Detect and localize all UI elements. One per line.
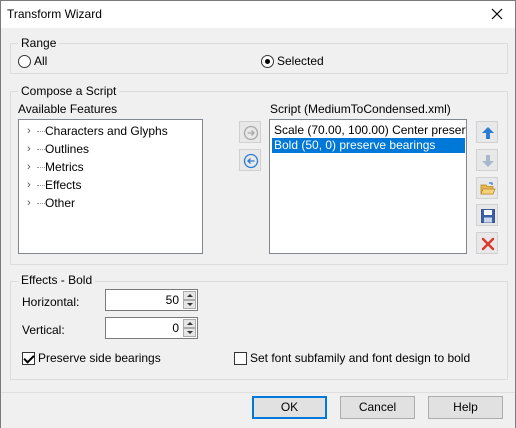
- tree-item-label: Characters and Glyphs: [45, 124, 168, 138]
- available-features-label: Available Features: [18, 102, 118, 116]
- preserve-side-bearings-label[interactable]: Preserve side bearings: [38, 351, 161, 365]
- horizontal-stepper[interactable]: 50: [105, 289, 198, 311]
- range-group-label: Range: [18, 36, 60, 50]
- save-script-button[interactable]: [476, 204, 498, 226]
- delete-script-item-button[interactable]: [476, 232, 498, 254]
- script-item-selected[interactable]: Bold (50, 0) preserve bearings: [272, 138, 465, 153]
- tree-connector: [37, 149, 45, 150]
- transform-wizard-dialog: Transform Wizard Range All Selected Comp…: [0, 0, 516, 428]
- script-label: Script (MediumToCondensed.xml): [270, 102, 451, 116]
- tree-item-characters-glyphs[interactable]: › Characters and Glyphs: [23, 123, 198, 141]
- available-features-tree[interactable]: › Characters and Glyphs › Outlines › Met…: [18, 119, 203, 254]
- range-selected-label[interactable]: Selected: [277, 54, 324, 68]
- close-icon: [491, 8, 503, 20]
- tree-item-label: Other: [45, 196, 76, 210]
- arrow-right-circle-icon: [243, 125, 259, 141]
- folder-open-icon: [480, 182, 496, 195]
- tree-connector: [37, 203, 45, 204]
- close-button[interactable]: [479, 1, 515, 28]
- tree-connector: [37, 131, 45, 132]
- range-group: [10, 43, 508, 74]
- chevron-right-icon[interactable]: ›: [27, 161, 31, 173]
- tree-item-effects[interactable]: › Effects: [23, 177, 198, 195]
- effects-bold-group-label: Effects - Bold: [18, 273, 96, 287]
- script-item[interactable]: Scale (70.00, 100.00) Center preserve: [272, 123, 466, 138]
- chevron-right-icon[interactable]: ›: [27, 179, 31, 191]
- range-all-label[interactable]: All: [34, 54, 47, 68]
- chevron-right-icon[interactable]: ›: [27, 143, 31, 155]
- tree-connector: [37, 167, 45, 168]
- vertical-increment[interactable]: [183, 319, 196, 328]
- chevron-right-icon[interactable]: ›: [27, 125, 31, 137]
- help-button[interactable]: Help: [428, 396, 503, 419]
- vertical-value[interactable]: 0: [172, 321, 179, 335]
- red-x-icon: [481, 237, 495, 251]
- arrow-down-icon: [482, 155, 494, 167]
- compose-group-label: Compose a Script: [18, 84, 120, 98]
- vertical-stepper[interactable]: 0: [105, 317, 198, 339]
- open-script-button[interactable]: [476, 177, 498, 199]
- horizontal-label: Horizontal:: [22, 295, 80, 309]
- tree-item-label: Outlines: [45, 142, 90, 156]
- chevron-right-icon[interactable]: ›: [27, 197, 31, 209]
- window-title: Transform Wizard: [7, 7, 102, 21]
- arrow-left-circle-icon: [243, 153, 259, 169]
- tree-item-outlines[interactable]: › Outlines: [23, 141, 198, 159]
- cancel-button[interactable]: Cancel: [340, 396, 415, 419]
- set-subfamily-bold-label[interactable]: Set font subfamily and font design to bo…: [250, 351, 470, 365]
- tree-connector: [37, 185, 45, 186]
- horizontal-value[interactable]: 50: [166, 293, 179, 307]
- move-down-button[interactable]: [476, 149, 498, 171]
- move-up-button[interactable]: [476, 121, 498, 143]
- ok-button[interactable]: OK: [252, 396, 327, 419]
- tree-item-label: Effects: [45, 178, 82, 192]
- tree-item-other[interactable]: › Other: [23, 195, 198, 213]
- horizontal-increment[interactable]: [183, 291, 196, 300]
- tree-item-metrics[interactable]: › Metrics: [23, 159, 198, 177]
- tree-item-label: Metrics: [45, 160, 84, 174]
- set-subfamily-bold-checkbox[interactable]: [234, 352, 247, 365]
- vertical-decrement[interactable]: [183, 328, 196, 337]
- title-bar: Transform Wizard: [1, 1, 515, 28]
- preserve-side-bearings-checkbox[interactable]: [22, 352, 35, 365]
- remove-from-script-button[interactable]: [239, 149, 261, 171]
- arrow-up-icon: [482, 127, 494, 139]
- add-to-script-button[interactable]: [239, 121, 261, 143]
- script-listbox[interactable]: Scale (70.00, 100.00) Center preserve Bo…: [269, 119, 467, 254]
- range-selected-radio[interactable]: [261, 55, 274, 68]
- floppy-disk-icon: [481, 209, 495, 223]
- horizontal-decrement[interactable]: [183, 300, 196, 309]
- vertical-label: Vertical:: [22, 323, 65, 337]
- effects-bold-group: [10, 281, 508, 380]
- range-all-radio[interactable]: [18, 55, 31, 68]
